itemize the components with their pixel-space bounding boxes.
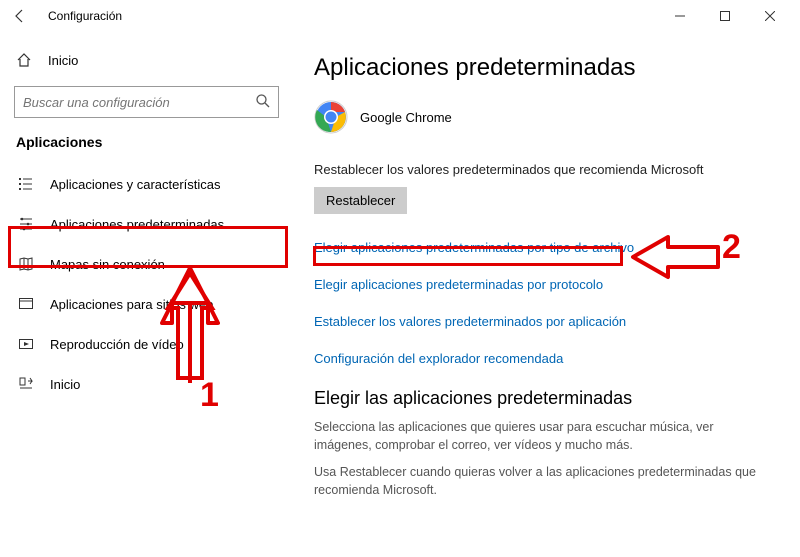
defaults-icon [16,216,36,232]
home-icon [14,52,34,68]
sidebar-item-label: Aplicaciones para sitios web [50,297,213,312]
page-title: Aplicaciones predeterminadas [314,54,770,82]
window-title: Configuración [48,9,122,23]
minimize-button[interactable] [657,1,702,31]
sidebar-item-offline-maps[interactable]: Mapas sin conexión [14,244,279,284]
sidebar-item-label: Aplicaciones predeterminadas [50,217,224,232]
default-browser-row[interactable]: Google Chrome [314,100,770,134]
main-content: Aplicaciones predeterminadas Google Chro… [290,32,800,557]
sidebar-item-label: Mapas sin conexión [50,257,165,272]
link-choose-by-filetype[interactable]: Elegir aplicaciones predeterminadas por … [314,240,770,255]
search-icon [255,93,271,112]
sidebar-item-startup[interactable]: Inicio [14,364,279,404]
sidebar-item-default-apps[interactable]: Aplicaciones predeterminadas [14,204,279,244]
default-browser-name: Google Chrome [360,110,452,125]
map-icon [16,256,36,272]
sidebar: Inicio Aplicaciones Aplicaciones y carac… [0,32,290,557]
reset-button[interactable]: Restablecer [314,187,407,214]
link-choose-by-protocol[interactable]: Elegir aplicaciones predeterminadas por … [314,277,770,292]
link-recommended-browser[interactable]: Configuración del explorador recomendada [314,351,770,366]
search-input[interactable] [14,86,279,118]
sidebar-item-label: Aplicaciones y características [50,177,221,192]
list-icon [16,176,36,192]
sidebar-item-apps-features[interactable]: Aplicaciones y características [14,164,279,204]
home-label: Inicio [48,53,78,68]
back-button[interactable] [8,4,32,28]
home-nav[interactable]: Inicio [14,42,279,78]
search-wrap [14,86,279,118]
maximize-button[interactable] [702,1,747,31]
sidebar-item-label: Inicio [50,377,80,392]
sidebar-item-label: Reproducción de vídeo [50,337,184,352]
sidebar-item-video-playback[interactable]: Reproducción de vídeo [14,324,279,364]
sub-heading: Elegir las aplicaciones predeterminadas [314,388,770,409]
window-controls [657,1,792,31]
close-button[interactable] [747,1,792,31]
paragraph-1: Selecciona las aplicaciones que quieres … [314,419,770,454]
chrome-icon [314,100,348,134]
video-icon [16,336,36,352]
startup-icon [16,376,36,392]
sidebar-section-title: Aplicaciones [16,134,279,150]
link-set-by-app[interactable]: Establecer los valores predeterminados p… [314,314,770,329]
reset-description: Restablecer los valores predeterminados … [314,162,770,177]
paragraph-2: Usa Restablecer cuando quieras volver a … [314,464,770,499]
sidebar-item-apps-websites[interactable]: Aplicaciones para sitios web [14,284,279,324]
titlebar: Configuración [0,0,800,32]
website-icon [16,296,36,312]
